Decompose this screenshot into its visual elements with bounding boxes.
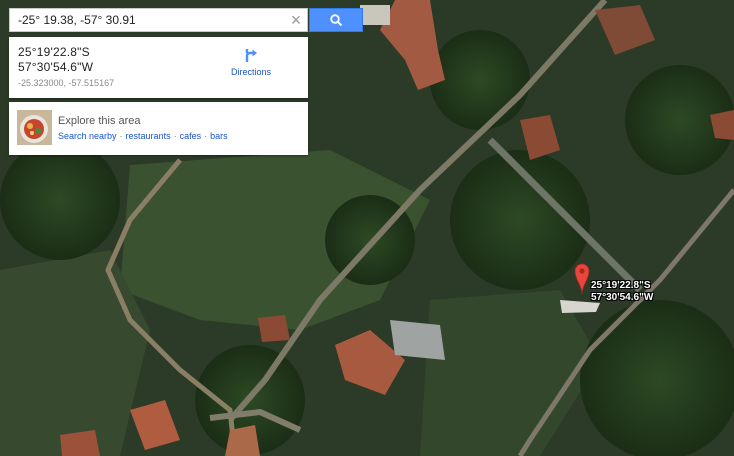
- longitude-dms: 57°30'54.6"W: [18, 60, 94, 74]
- decimal-coordinates: -25.323000, -57.515167: [18, 78, 115, 88]
- map-pin-icon[interactable]: [574, 261, 590, 295]
- marker-latitude: 25°19'22.8"S: [591, 280, 651, 291]
- explore-links: Search nearby · restaurants · cafes · bars: [58, 131, 228, 141]
- food-plate-thumbnail[interactable]: [17, 110, 52, 145]
- search-button[interactable]: [309, 8, 363, 32]
- marker-label: 25°19'22.8"S 57°30'54.6"W: [591, 280, 653, 304]
- marker-longitude: 57°30'54.6"W: [591, 292, 654, 303]
- building-roof: [360, 5, 390, 25]
- explore-card: Explore this area Search nearby · restaura…: [9, 102, 308, 155]
- directions-label: Directions: [230, 67, 271, 77]
- search-nearby-link[interactable]: Search nearby: [58, 131, 117, 141]
- close-icon[interactable]: ×: [287, 11, 305, 29]
- tree-cluster: [0, 140, 120, 260]
- link-separator: ·: [204, 131, 208, 141]
- bars-link[interactable]: bars: [210, 131, 228, 141]
- link-separator: ·: [173, 131, 177, 141]
- location-card: 25°19'22.8"S 57°30'54.6"W -25.323000, -5…: [9, 37, 308, 98]
- link-separator: ·: [119, 131, 123, 141]
- building-roof: [390, 320, 445, 360]
- search-box: ×: [9, 8, 308, 32]
- directions-button[interactable]: Directions: [221, 47, 281, 83]
- latitude-dms: 25°19'22.8"S: [18, 45, 90, 59]
- search-icon: [330, 14, 343, 27]
- cafes-link[interactable]: cafes: [180, 131, 202, 141]
- directions-arrow-icon: [245, 49, 257, 62]
- restaurants-link[interactable]: restaurants: [126, 131, 171, 141]
- search-input[interactable]: [10, 9, 280, 31]
- explore-title: Explore this area: [58, 115, 141, 127]
- building-roof: [258, 315, 290, 342]
